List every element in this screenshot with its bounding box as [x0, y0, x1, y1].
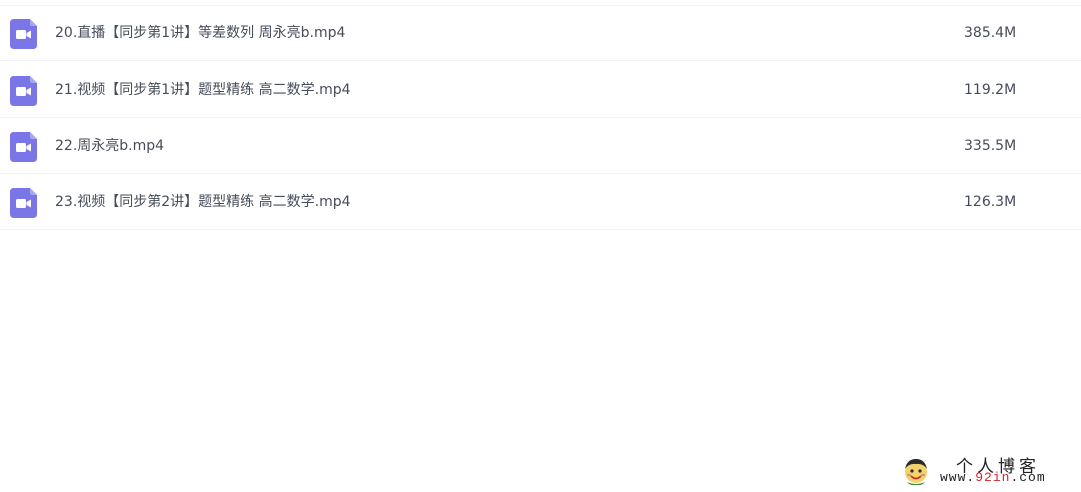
file-size: 119.2M	[964, 82, 1017, 98]
file-row[interactable]: 22.周永亮b.mp4 335.5M	[0, 118, 1081, 174]
watermark-url: www.92in.com	[940, 470, 1046, 485]
watermark-url-suffix: .com	[1010, 470, 1046, 485]
file-name: 21.视频【同步第1讲】题型精练 高二数学.mp4	[55, 82, 351, 98]
video-file-icon	[10, 132, 37, 162]
file-row[interactable]: 23.视频【同步第2讲】题型精练 高二数学.mp4 126.3M	[0, 174, 1081, 230]
file-size: 335.5M	[964, 138, 1017, 154]
file-row[interactable]: 21.视频【同步第1讲】题型精练 高二数学.mp4 119.2M	[0, 62, 1081, 118]
file-size: 126.3M	[964, 194, 1017, 210]
video-file-icon	[10, 19, 37, 49]
video-file-icon	[10, 76, 37, 106]
blog-watermark: 个人博客 www.92in.com	[900, 452, 1070, 488]
file-size: 385.4M	[964, 25, 1017, 41]
file-name: 22.周永亮b.mp4	[55, 138, 165, 154]
video-file-icon	[10, 188, 37, 218]
cartoon-face-icon	[905, 459, 927, 485]
watermark-url-prefix: www.	[940, 470, 976, 485]
file-row[interactable]: 20.直播【同步第1讲】等差数列 周永亮b.mp4 385.4M	[0, 5, 1081, 61]
file-name: 20.直播【同步第1讲】等差数列 周永亮b.mp4	[55, 25, 346, 41]
watermark-url-accent: 92in	[975, 470, 1011, 485]
file-name: 23.视频【同步第2讲】题型精练 高二数学.mp4	[55, 194, 351, 210]
